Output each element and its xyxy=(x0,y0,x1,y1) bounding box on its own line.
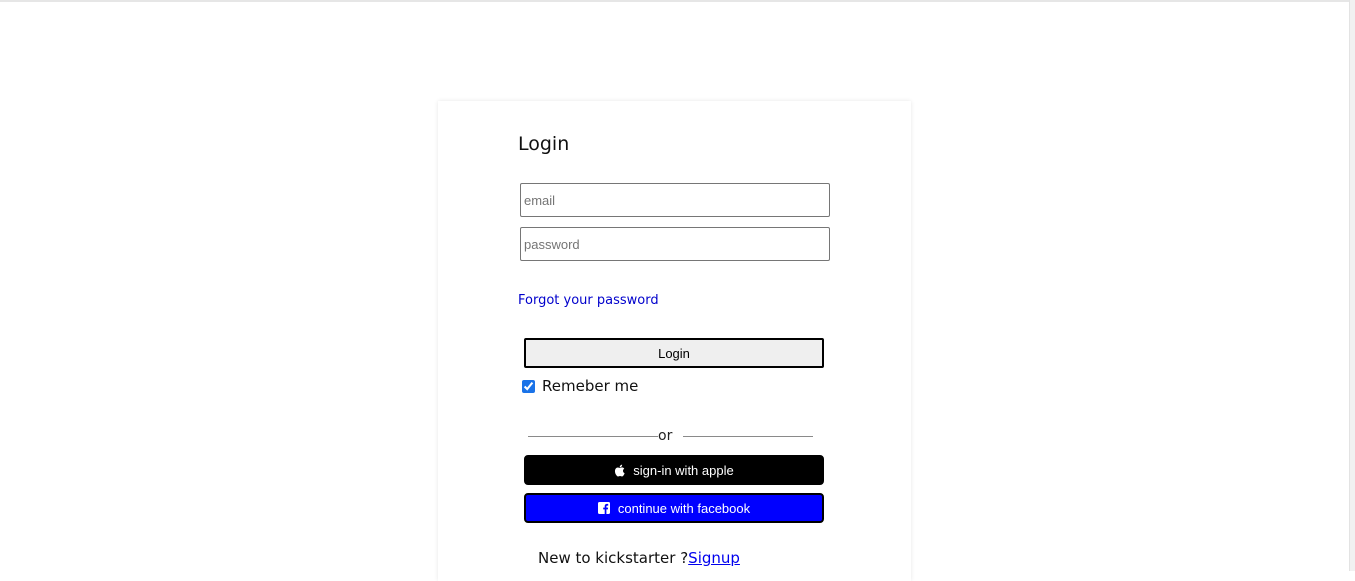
or-divider-text: or xyxy=(658,428,673,444)
signup-link[interactable]: Signup xyxy=(688,549,740,567)
facebook-icon xyxy=(597,502,610,514)
remember-me-row[interactable]: Remeber me xyxy=(522,377,638,395)
divider-right xyxy=(683,436,813,437)
email-input[interactable] xyxy=(520,183,830,217)
login-button[interactable]: Login xyxy=(524,338,824,368)
login-title: Login xyxy=(518,133,570,155)
facebook-button-label: continue with facebook xyxy=(617,500,751,516)
facebook-login-button[interactable]: continue with facebook xyxy=(524,493,824,523)
remember-me-label: Remeber me xyxy=(542,377,639,395)
apple-button-label: sign-in with apple xyxy=(633,462,734,478)
password-input[interactable] xyxy=(520,227,830,261)
forgot-password-link[interactable]: Forgot your password xyxy=(518,293,659,308)
signup-prompt-text: New to kickstarter ? xyxy=(538,549,689,567)
browser-top-border xyxy=(0,0,1350,2)
apple-icon xyxy=(614,464,625,477)
login-card: Login Forgot your password Login Remeber… xyxy=(438,101,911,581)
signup-prompt: New to kickstarter ?Signup xyxy=(538,549,740,567)
vertical-scrollbar[interactable] xyxy=(1349,0,1355,571)
divider-left xyxy=(528,436,658,437)
remember-me-checkbox[interactable] xyxy=(522,379,535,393)
apple-signin-button[interactable]: sign-in with apple xyxy=(524,455,824,485)
